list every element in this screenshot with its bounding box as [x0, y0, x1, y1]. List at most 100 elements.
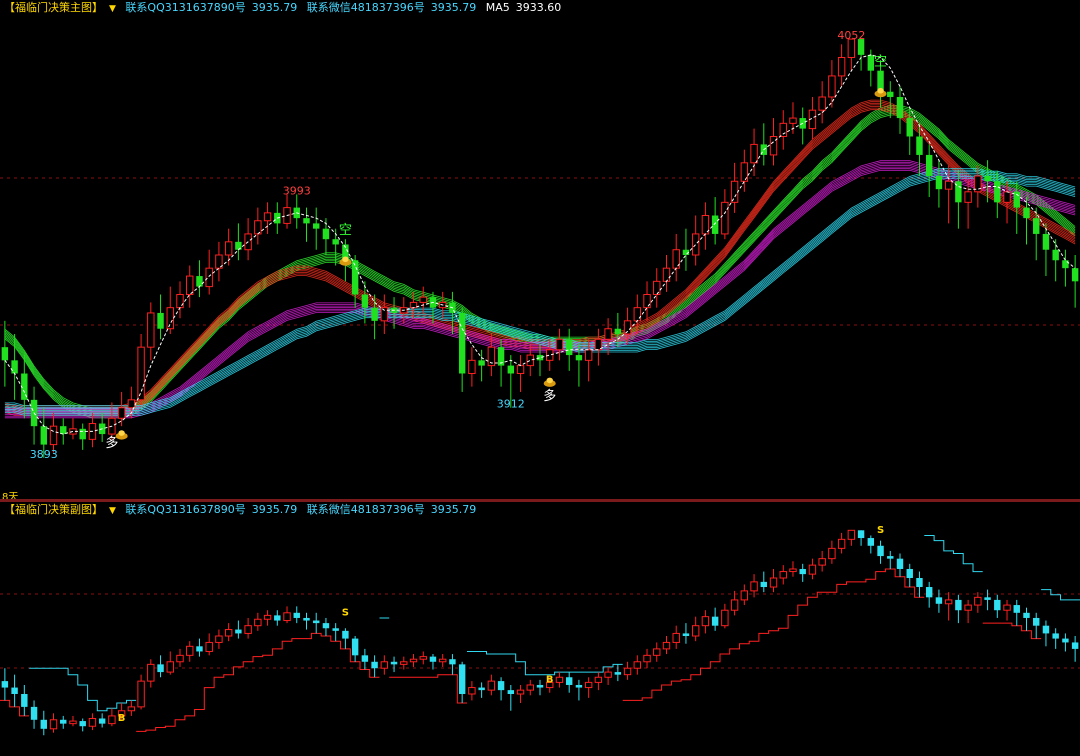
- signal-label: S: [342, 607, 349, 618]
- candle-body: [925, 154, 933, 176]
- sub-candle-body: [419, 656, 427, 660]
- candle-body: [536, 355, 544, 361]
- candle-body: [137, 346, 145, 401]
- sub-candle-body: [147, 663, 155, 682]
- candle-body: [332, 239, 339, 245]
- sub-candle-body: [887, 556, 894, 559]
- sub-candle-body: [916, 578, 923, 588]
- candle-body: [633, 307, 642, 322]
- candle-body: [79, 428, 86, 440]
- candle-body: [157, 312, 164, 329]
- sub-candle-body: [575, 684, 583, 688]
- sub-candle-body: [526, 684, 534, 691]
- candle-body: [235, 241, 242, 250]
- sub-candle-body: [594, 676, 603, 683]
- main-chart-panel[interactable]: 3893 3993 3912 4052 空空多多 【福临门决策主图】 ▼ 联系QQ3131…: [0, 0, 1080, 503]
- sub-candle-body: [303, 617, 310, 621]
- candle-body: [507, 365, 515, 374]
- sub-candle-body: [332, 628, 339, 631]
- sub-candle-body: [536, 684, 544, 688]
- sub-candle-body: [313, 620, 320, 624]
- sub-candle-body: [478, 687, 485, 691]
- sub-candle-body: [49, 719, 58, 730]
- sub-candle-body: [409, 658, 418, 663]
- sub-candle-body: [224, 629, 233, 637]
- main-qq-label: 联系QQ3131637890号: [125, 1, 246, 14]
- sub-candle-body: [98, 718, 106, 724]
- chevron-down-icon[interactable]: ▼: [109, 4, 116, 14]
- sub-candle-body: [711, 616, 719, 626]
- sub-candle-body: [828, 547, 836, 560]
- candle-body: [176, 294, 184, 309]
- sub-candle-body: [896, 558, 904, 569]
- candle-body: [730, 180, 739, 203]
- sub-candle-body: [400, 661, 408, 665]
- support-stop-line: [0, 568, 1042, 732]
- chart-annotation: 空: [339, 223, 352, 238]
- candle-body: [303, 218, 310, 224]
- main-chart-svg[interactable]: 3893399339124052空空多多: [0, 0, 1080, 500]
- ingot-top: [118, 430, 125, 436]
- sub-chart-header: 【福临门决策副图】 ▼ 联系QQ3131637890号 3935.79 联系微信48…: [4, 503, 482, 518]
- candle-body: [1062, 260, 1069, 269]
- sub-candle-body: [88, 717, 97, 727]
- candle-body: [916, 136, 923, 155]
- main-indicator-title[interactable]: 【福临门决策主图】: [4, 1, 103, 14]
- signal-label: B: [118, 713, 126, 724]
- sub-candle-body: [468, 687, 476, 695]
- candle-body: [555, 338, 564, 351]
- sub-candle-body: [555, 676, 564, 683]
- sub-candle-body: [584, 681, 593, 689]
- sub-chart-svg[interactable]: B S B S: [0, 502, 1080, 756]
- ma-value: 3933.60: [515, 1, 562, 14]
- chevron-down-icon[interactable]: ▼: [109, 506, 116, 516]
- sub-candle-body: [1071, 642, 1079, 649]
- candle-body: [1042, 233, 1050, 250]
- sub-candle-body: [380, 661, 389, 669]
- candle-body: [419, 296, 427, 303]
- sub-candle-body: [507, 690, 515, 694]
- candle-body: [478, 360, 485, 366]
- candle-body: [526, 354, 534, 367]
- sub-candle-body: [682, 633, 690, 636]
- candle-body: [263, 212, 272, 222]
- chart-annotation: 多: [543, 388, 556, 404]
- sub-candle-body: [176, 654, 184, 663]
- sub-candle-body: [1, 681, 9, 688]
- sub-candle-body: [429, 656, 437, 662]
- sub-wechat-label: 联系微信481837396号: [306, 503, 425, 516]
- candle-body: [653, 280, 661, 296]
- sub-candle-body: [1013, 605, 1020, 613]
- candle-body: [643, 294, 651, 309]
- sub-candle-body: [322, 623, 330, 629]
- sub-indicator-title[interactable]: 【福临门决策副图】: [4, 503, 103, 516]
- sub-candle-body: [371, 661, 378, 669]
- sub-chart-panel[interactable]: B S B S 【福临门决策副图】 ▼ 联系QQ3131637890号 3935.79 联…: [0, 502, 1080, 756]
- candle-body: [711, 215, 719, 234]
- candle-body: [351, 260, 359, 295]
- signal-label: B: [546, 674, 554, 685]
- candle-body: [935, 176, 943, 190]
- sub-candle-body: [633, 661, 642, 669]
- sub-candle-body: [964, 604, 972, 611]
- sub-candle-body: [254, 618, 262, 627]
- sub-candle-body: [614, 672, 622, 675]
- sub-qq-value: 3935.79: [251, 503, 298, 516]
- sub-candle-body: [342, 630, 349, 639]
- sub-candle-body: [799, 568, 806, 575]
- sub-candle-body: [944, 599, 953, 605]
- main-wechat-label: 联系微信481837396号: [306, 1, 425, 14]
- candle-body: [721, 201, 729, 235]
- sub-candle-body: [701, 616, 710, 627]
- sub-candle-body: [244, 625, 252, 634]
- sub-candle-body: [1042, 625, 1050, 634]
- sub-candle-body: [691, 625, 700, 637]
- sub-candle-body: [984, 597, 991, 600]
- candle-body: [984, 176, 991, 182]
- sub-candle-body: [293, 612, 300, 618]
- sub-candle-body: [974, 596, 982, 606]
- sub-candle-body: [721, 609, 729, 627]
- candle-body: [789, 117, 797, 124]
- sub-candle-body: [857, 530, 865, 539]
- candle-body: [906, 118, 913, 137]
